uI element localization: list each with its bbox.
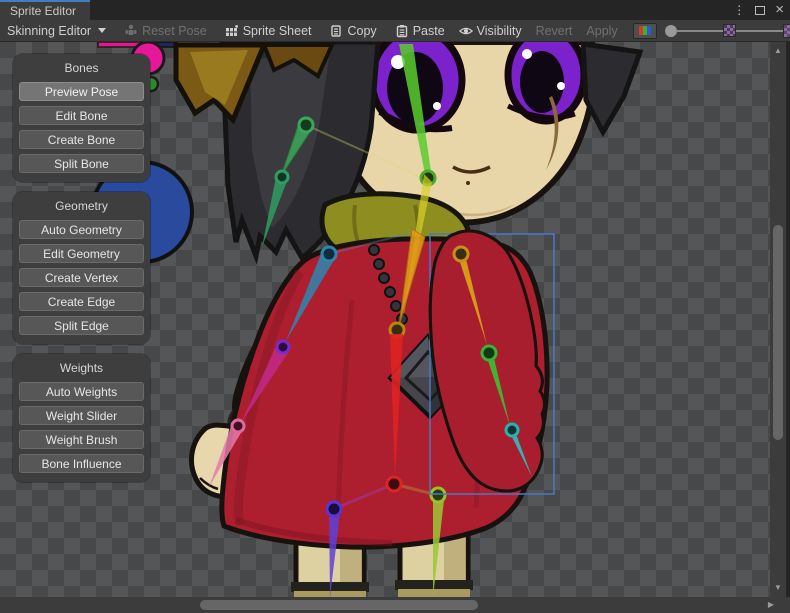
preview-pose-button[interactable]: Preview Pose	[19, 82, 144, 101]
scroll-down-icon[interactable]: ▼	[770, 583, 786, 593]
vertical-scrollbar-thumb[interactable]	[773, 225, 783, 440]
edit-bone-button[interactable]: Edit Bone	[19, 106, 144, 125]
tab-bar: Sprite Editor ⋮ ×	[0, 0, 790, 20]
create-vertex-button[interactable]: Create Vertex	[19, 268, 144, 287]
copy-label: Copy	[348, 24, 377, 38]
maximize-icon[interactable]	[755, 6, 765, 15]
reset-pose-label: Reset Pose	[142, 24, 207, 38]
color-channels-button[interactable]	[633, 23, 657, 39]
panel-weights: Weights Auto Weights Weight Slider Weigh…	[13, 354, 150, 482]
revert-label: Revert	[536, 24, 573, 38]
chin-dot	[466, 181, 470, 185]
weight-slider-button[interactable]: Weight Slider	[19, 406, 144, 425]
horizontal-scrollbar-thumb[interactable]	[200, 600, 478, 610]
blue-channel-icon	[647, 26, 651, 35]
visibility-label: Visibility	[477, 24, 522, 38]
panel-bones: Bones Preview Pose Edit Bone Create Bone…	[13, 54, 150, 182]
scroll-right-icon[interactable]: ▶	[768, 599, 774, 611]
window-menu-icon[interactable]: ⋮	[733, 0, 745, 20]
tab-sprite-editor[interactable]: Sprite Editor	[0, 0, 90, 20]
sprite-sheet-label: Sprite Sheet	[243, 24, 312, 38]
copy-button[interactable]: Copy	[323, 20, 384, 42]
sprite-opacity-slider-knob[interactable]	[665, 25, 677, 37]
copy-icon	[330, 24, 344, 38]
mesh-opacity-texture-icon	[783, 24, 790, 38]
paste-label: Paste	[413, 24, 445, 38]
create-edge-button[interactable]: Create Edge	[19, 292, 144, 311]
sprite-sheet-icon	[225, 24, 239, 38]
chevron-down-icon	[98, 28, 106, 33]
tab-label: Sprite Editor	[10, 4, 76, 18]
split-bone-button[interactable]: Split Bone	[19, 154, 144, 173]
mode-dropdown[interactable]: Skinning Editor	[0, 20, 113, 42]
panel-geometry-title: Geometry	[19, 199, 144, 213]
apply-button[interactable]: Apply	[579, 20, 624, 42]
scroll-up-icon[interactable]: ▲	[770, 46, 786, 56]
bone-influence-button[interactable]: Bone Influence	[19, 454, 144, 473]
auto-weights-button[interactable]: Auto Weights	[19, 382, 144, 401]
visibility-eye-icon	[459, 24, 473, 38]
panel-geometry: Geometry Auto Geometry Edit Geometry Cre…	[13, 192, 150, 344]
apply-label: Apply	[586, 24, 617, 38]
right-eye	[508, 42, 584, 121]
panel-bones-title: Bones	[19, 61, 144, 75]
horizontal-scrollbar[interactable]: ▶	[0, 597, 790, 613]
sprite-opacity-slider-track[interactable]	[677, 30, 724, 32]
mode-dropdown-label: Skinning Editor	[7, 24, 91, 38]
window-controls: ⋮ ×	[733, 0, 784, 20]
edit-geometry-button[interactable]: Edit Geometry	[19, 244, 144, 263]
reset-pose-icon	[124, 24, 138, 38]
character-sprite	[176, 42, 640, 597]
revert-button[interactable]: Revert	[529, 20, 580, 42]
paste-icon	[395, 24, 409, 38]
vertical-scrollbar[interactable]: ▲ ▼	[770, 42, 786, 597]
split-edge-button[interactable]: Split Edge	[19, 316, 144, 335]
toolbar-right-group: Visibility Revert Apply	[452, 20, 790, 42]
visibility-button[interactable]: Visibility	[452, 20, 529, 42]
reset-pose-button[interactable]: Reset Pose	[117, 20, 214, 42]
sprite-sheet-button[interactable]: Sprite Sheet	[218, 20, 319, 42]
auto-geometry-button[interactable]: Auto Geometry	[19, 220, 144, 239]
toolbar: Skinning Editor Reset Pose Sprite Sheet	[0, 20, 790, 42]
paste-button[interactable]: Paste	[388, 20, 452, 42]
opacity-sliders	[665, 24, 790, 38]
weight-brush-button[interactable]: Weight Brush	[19, 430, 144, 449]
panel-weights-title: Weights	[19, 361, 144, 375]
sprite-opacity-texture-icon	[723, 24, 736, 37]
mesh-opacity-slider-track[interactable]	[736, 30, 783, 32]
close-icon[interactable]: ×	[775, 0, 784, 20]
sprite-editor-window: Sprite Editor ⋮ × Skinning Editor Reset …	[0, 0, 790, 613]
create-bone-button[interactable]: Create Bone	[19, 130, 144, 149]
